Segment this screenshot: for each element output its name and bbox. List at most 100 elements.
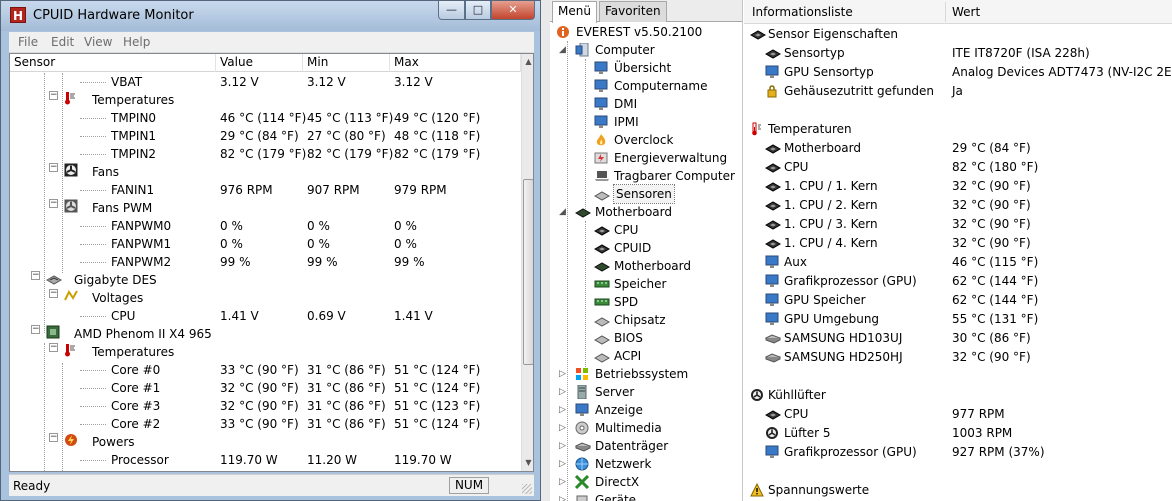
info-row[interactable]: 1. CPU / 4. Kern 32 °C (90 °F)	[744, 234, 1172, 253]
column-max[interactable]: Max	[390, 54, 521, 72]
menu-item-dmi[interactable]: DMI	[550, 95, 742, 113]
collapse-toggle[interactable]: −	[49, 289, 58, 298]
collapse-arrow-icon[interactable]: ◢	[559, 203, 566, 221]
close-button[interactable]: ✕	[491, 1, 535, 20]
vertical-scrollbar[interactable]: ▲ ▼	[521, 54, 533, 471]
collapse-toggle[interactable]: −	[31, 325, 40, 334]
menu-item-memory[interactable]: Speicher	[550, 275, 742, 293]
menu-item-ipmi[interactable]: IPMI	[550, 113, 742, 131]
sensor-row[interactable]: CPU 1.41 V 0.69 V 1.41 V	[10, 307, 520, 325]
maximize-button[interactable]: □	[465, 1, 491, 20]
menu-item-storage[interactable]: ▷ Datenträger	[550, 437, 742, 455]
collapse-arrow-icon[interactable]: ◢	[559, 41, 566, 59]
info-row[interactable]: Sensortyp ITE IT8720F (ISA 228h)	[744, 44, 1172, 63]
collapse-toggle[interactable]: −	[49, 199, 58, 208]
expand-arrow-icon[interactable]: ▷	[559, 419, 566, 437]
sensor-row[interactable]: FANPWM0 0 % 0 % 0 %	[10, 217, 520, 235]
menu-item-cpuid[interactable]: CPUID	[550, 239, 742, 257]
minimize-button[interactable]: —	[438, 1, 465, 20]
collapse-toggle[interactable]: −	[49, 91, 58, 100]
menu-item-cpu[interactable]: CPU	[550, 221, 742, 239]
sensor-row[interactable]: Core #3 32 °C (90 °F) 31 °C (86 °F) 51 °C (…	[10, 397, 520, 415]
expand-arrow-icon[interactable]: ▷	[559, 383, 566, 401]
expand-arrow-icon[interactable]: ▷	[559, 365, 566, 383]
info-row[interactable]: SAMSUNG HD103UJ 30 °C (86 °F)	[744, 329, 1172, 348]
sensor-group-row[interactable]: − Voltages	[10, 289, 520, 307]
menu-item-bios[interactable]: BIOS	[550, 329, 742, 347]
sensor-group-row[interactable]: − AMD Phenom II X4 965	[10, 325, 520, 343]
column-value[interactable]: Value	[216, 54, 303, 72]
menu-item-multimedia[interactable]: ▷ Multimedia	[550, 419, 742, 437]
info-row[interactable]: CPU 977 RPM	[744, 405, 1172, 424]
expand-arrow-icon[interactable]: ▷	[559, 401, 566, 419]
menu-item-computer-name[interactable]: Computername	[550, 77, 742, 95]
sensor-row[interactable]: Core #0 33 °C (90 °F) 31 °C (86 °F) 51 °C (…	[10, 361, 520, 379]
sensor-group-row[interactable]: − Gigabyte DES	[10, 271, 520, 289]
info-row[interactable]: 1. CPU / 1. Kern 32 °C (90 °F)	[744, 177, 1172, 196]
info-row[interactable]: 1. CPU / 3. Kern 32 °C (90 °F)	[744, 215, 1172, 234]
menu-item-overclock[interactable]: Overclock	[550, 131, 742, 149]
menu-item-operating-system[interactable]: ▷ Betriebssystem	[550, 365, 742, 383]
sensor-row[interactable]: FANIN1 976 RPM 907 RPM 979 RPM	[10, 181, 520, 199]
menu-item-computer[interactable]: ◢ Computer	[550, 41, 742, 59]
menu-file[interactable]: File	[18, 35, 38, 49]
menu-edit[interactable]: Edit	[51, 35, 74, 49]
menu-item-directx[interactable]: ▷ DirectX	[550, 473, 742, 491]
menu-item-sensors[interactable]: Sensoren	[550, 184, 742, 204]
collapse-toggle[interactable]: −	[49, 433, 58, 442]
resize-grip[interactable]	[522, 484, 532, 494]
info-row[interactable]: GPU Speicher 62 °C (144 °F)	[744, 291, 1172, 310]
info-row[interactable]: GPU Sensortyp Analog Devices ADT7473 (NV-…	[744, 63, 1172, 82]
menu-item-motherboard[interactable]: Motherboard	[550, 257, 742, 275]
menu-help[interactable]: Help	[123, 35, 150, 49]
column-sensor[interactable]: Sensor	[10, 54, 216, 72]
scroll-down-arrow[interactable]: ▼	[522, 455, 533, 471]
sensor-row[interactable]: TMPIN2 82 °C (179 °F) 82 °C (179 °F) 82 °C …	[10, 145, 520, 163]
sensor-row[interactable]: FANPWM2 99 % 99 % 99 %	[10, 253, 520, 271]
info-row[interactable]: Grafikprozessor (GPU) 62 °C (144 °F)	[744, 272, 1172, 291]
menu-item-acpi[interactable]: ACPI	[550, 347, 742, 365]
sensor-tree-view[interactable]: Sensor Value Min Max VBAT 3.12 V 3.12 V 3.1…	[9, 53, 534, 472]
sensor-row[interactable]: FANPWM1 0 % 0 % 0 %	[10, 235, 520, 253]
expand-arrow-icon[interactable]: ▷	[559, 437, 566, 455]
menu-item-motherboard-group[interactable]: ◢ Motherboard	[550, 203, 742, 221]
expand-arrow-icon[interactable]: ▷	[559, 455, 566, 473]
title-bar[interactable]: H CPUID Hardware Monitor — □ ✕	[1, 1, 540, 31]
collapse-toggle[interactable]: −	[49, 343, 58, 352]
sensor-group-row[interactable]: − Temperatures	[10, 91, 520, 109]
info-row[interactable]: Motherboard 29 °C (84 °F)	[744, 139, 1172, 158]
expand-arrow-icon[interactable]: ▷	[559, 491, 566, 501]
tab-menu[interactable]: Menü	[552, 1, 597, 23]
info-row[interactable]: Lüfter 5 1003 RPM	[744, 424, 1172, 443]
sensor-row[interactable]: Processor 119.70 W 11.20 W 119.70 W	[10, 451, 520, 469]
sensor-row[interactable]: VBAT 3.12 V 3.12 V 3.12 V	[10, 73, 520, 91]
collapse-toggle[interactable]: −	[49, 163, 58, 172]
sensor-row[interactable]: TMPIN0 46 °C (114 °F) 45 °C (113 °F) 49 °C …	[10, 109, 520, 127]
menu-item-chipset[interactable]: Chipsatz	[550, 311, 742, 329]
menu-item-portable-computer[interactable]: Tragbarer Computer	[550, 167, 742, 185]
menu-item-everest-version[interactable]: EVEREST v5.50.2100	[550, 23, 742, 41]
info-row[interactable]: Gehäusezutritt gefunden Ja	[744, 82, 1172, 101]
sensor-group-row[interactable]: − Fans	[10, 163, 520, 181]
header-value[interactable]: Wert	[952, 5, 980, 19]
sensor-row[interactable]: Core #1 32 °C (90 °F) 31 °C (86 °F) 51 °C (…	[10, 379, 520, 397]
info-row[interactable]: 1. CPU / 2. Kern 32 °C (90 °F)	[744, 196, 1172, 215]
menu-item-power-management[interactable]: Energieverwaltung	[550, 149, 742, 167]
menu-item-display[interactable]: ▷ Anzeige	[550, 401, 742, 419]
tab-favorites[interactable]: Favoriten	[599, 1, 667, 22]
menu-item-server[interactable]: ▷ Server	[550, 383, 742, 401]
info-row[interactable]: Aux 46 °C (115 °F)	[744, 253, 1172, 272]
info-row[interactable]: SAMSUNG HD250HJ 32 °C (90 °F)	[744, 348, 1172, 367]
collapse-toggle[interactable]: −	[31, 271, 40, 280]
menu-item-network[interactable]: ▷ Netzwerk	[550, 455, 742, 473]
sensor-row[interactable]: TMPIN1 29 °C (84 °F) 27 °C (80 °F) 48 °C (1…	[10, 127, 520, 145]
scroll-up-arrow[interactable]: ▲	[522, 54, 533, 70]
expand-arrow-icon[interactable]: ▷	[559, 473, 566, 491]
info-row[interactable]: Grafikprozessor (GPU) 927 RPM (37%)	[744, 443, 1172, 462]
column-min[interactable]: Min	[303, 54, 390, 72]
sensor-row[interactable]: Core #2 33 °C (90 °F) 31 °C (86 °F) 51 °C (…	[10, 415, 520, 433]
sensor-group-row[interactable]: − Powers	[10, 433, 520, 451]
menu-item-spd[interactable]: SPD	[550, 293, 742, 311]
info-row[interactable]: GPU Umgebung 55 °C (131 °F)	[744, 310, 1172, 329]
scroll-thumb[interactable]	[523, 179, 533, 365]
